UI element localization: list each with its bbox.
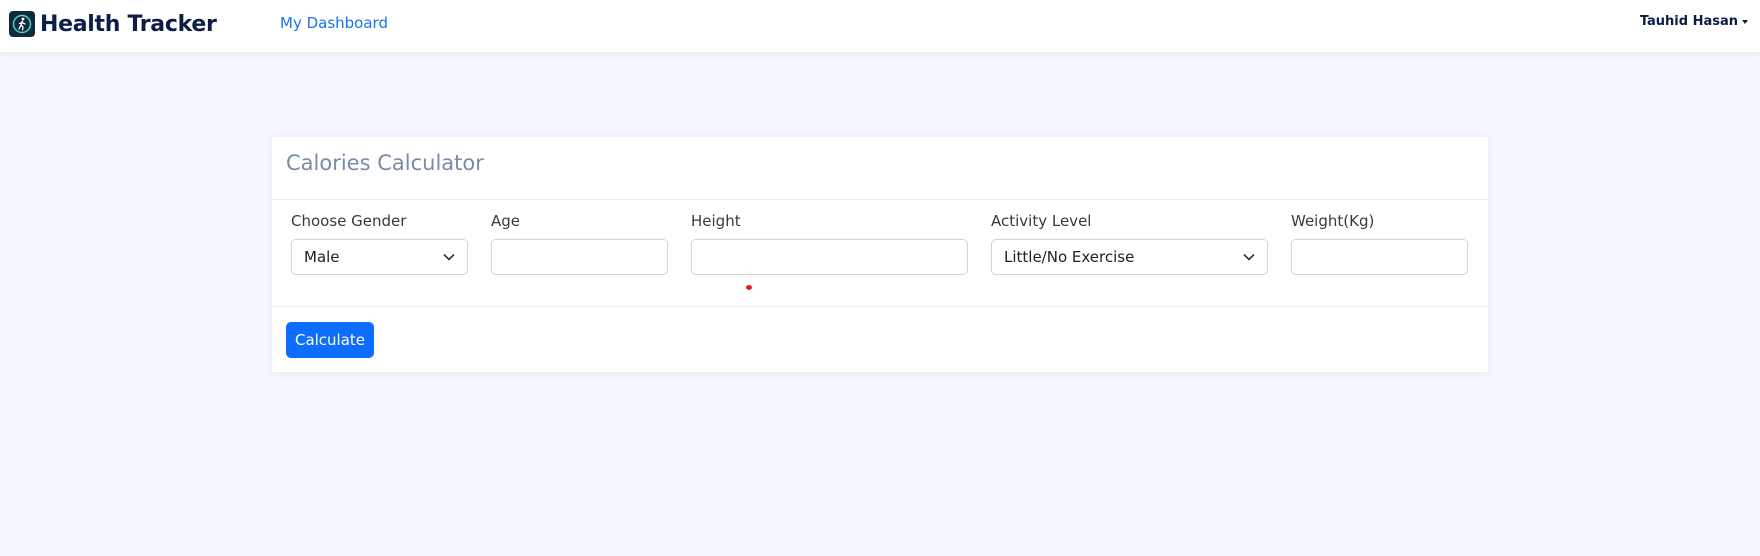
age-label: Age xyxy=(491,212,521,230)
weight-field: Weight(Kg) xyxy=(1291,211,1468,275)
activity-value: Little/No Exercise xyxy=(1004,248,1135,266)
weight-label: Weight(Kg) xyxy=(1291,212,1375,230)
nav-link-dashboard[interactable]: My Dashboard xyxy=(280,14,388,32)
user-name: Tauhid Hasan xyxy=(1639,14,1738,29)
card-header: Calories Calculator xyxy=(272,137,1488,200)
chevron-down-icon xyxy=(443,253,455,261)
weight-input[interactable] xyxy=(1291,239,1468,275)
brand[interactable]: Health Tracker xyxy=(9,11,217,37)
gender-label: Choose Gender xyxy=(291,212,407,230)
user-menu[interactable]: Tauhid Hasan xyxy=(1640,14,1748,29)
walking-person-icon xyxy=(9,11,35,37)
card-footer: Calculate xyxy=(272,307,1488,371)
gender-value: Male xyxy=(304,248,340,266)
activity-select[interactable]: Little/No Exercise xyxy=(991,239,1268,275)
gender-select[interactable]: Male xyxy=(291,239,468,275)
validation-dot xyxy=(746,285,752,290)
brand-name: Health Tracker xyxy=(40,11,217,37)
card-title: Calories Calculator xyxy=(286,151,484,175)
navbar: Health Tracker My Dashboard Tauhid Hasan xyxy=(0,0,1760,52)
activity-label: Activity Level xyxy=(991,212,1092,230)
calories-calculator-card: Calories Calculator Choose Gender Male A… xyxy=(272,137,1488,372)
age-input[interactable] xyxy=(491,239,668,275)
caret-down-icon xyxy=(1742,19,1748,24)
card-body: Choose Gender Male Age Height Activity L… xyxy=(272,200,1488,307)
height-label: Height xyxy=(691,212,741,230)
height-input[interactable] xyxy=(691,239,968,275)
gender-field: Choose Gender Male xyxy=(291,211,468,275)
calculate-button[interactable]: Calculate xyxy=(286,322,374,358)
activity-field: Activity Level Little/No Exercise xyxy=(991,211,1268,275)
height-field: Height xyxy=(691,211,968,275)
age-field: Age xyxy=(491,211,668,275)
chevron-down-icon xyxy=(1243,253,1255,261)
